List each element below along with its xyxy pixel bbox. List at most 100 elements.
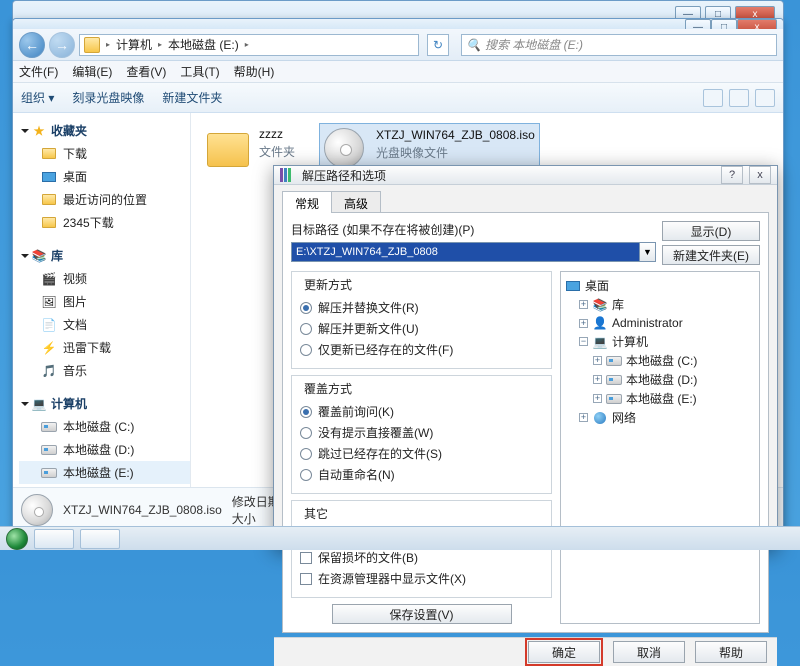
menu-help[interactable]: 帮助(H) (234, 63, 275, 80)
menu-file[interactable]: 文件(F) (19, 63, 58, 80)
dialog-titlebar[interactable]: 解压路径和选项 ? x (274, 166, 777, 185)
sidebar-item-2345[interactable]: 2345下载 (19, 211, 190, 234)
file-name: zzzz (259, 127, 295, 141)
tabs: 常规 高级 (282, 191, 769, 213)
radio-update-existing[interactable]: 仅更新已经存在的文件(F) (300, 339, 543, 360)
folder-icon (42, 148, 56, 159)
tree-libraries[interactable]: +📚库 (565, 295, 755, 314)
start-button[interactable] (6, 528, 28, 550)
chevron-down-icon (21, 402, 29, 406)
sidebar-libraries-header[interactable]: 📚库 (19, 244, 190, 267)
path-combobox[interactable]: ▼ (291, 242, 656, 262)
dialog-close-button[interactable]: x (749, 166, 771, 184)
sidebar-item-videos[interactable]: 🎬视频 (19, 267, 190, 290)
drive-icon (606, 356, 622, 366)
sidebar-favorites-header[interactable]: ★收藏夹 (19, 119, 190, 142)
dropdown-button[interactable]: ▼ (640, 242, 656, 262)
folder-tree[interactable]: 桌面 +📚库 +👤Administrator −💻计算机 +本地磁盘 (C:) … (560, 271, 760, 624)
chevron-right-icon: ▸ (158, 40, 162, 49)
taskbar-item[interactable] (80, 529, 120, 549)
folder-icon (207, 133, 249, 167)
dialog-help-button[interactable]: ? (721, 166, 743, 184)
menubar: 文件(F) 编辑(E) 查看(V) 工具(T) 帮助(H) (13, 61, 783, 83)
thunder-icon: ⚡ (41, 340, 57, 356)
ok-button[interactable]: 确定 (528, 641, 600, 663)
check-keep-broken[interactable]: 保留损坏的文件(B) (300, 547, 543, 568)
drive-icon (84, 37, 100, 53)
dialog-body: 常规 高级 目标路径 (如果不存在将被创建)(P) ▼ 显示(D) 新建文件夹(… (274, 185, 777, 637)
sidebar-item-documents[interactable]: 📄文档 (19, 313, 190, 336)
sidebar-item-desktop[interactable]: 桌面 (19, 165, 190, 188)
dialog-footer: 确定 取消 帮助 (274, 637, 777, 666)
expand-icon[interactable]: + (579, 319, 588, 328)
tree-admin[interactable]: +👤Administrator (565, 314, 755, 332)
tab-panel-general: 目标路径 (如果不存在将被创建)(P) ▼ 显示(D) 新建文件夹(E) 更新方… (282, 212, 769, 633)
sidebar-item-thunder[interactable]: ⚡迅雷下载 (19, 336, 190, 359)
tab-general[interactable]: 常规 (282, 191, 332, 213)
menu-edit[interactable]: 编辑(E) (72, 63, 112, 80)
picture-icon: 🖼 (41, 294, 57, 310)
help-button[interactable]: 帮助 (695, 641, 767, 663)
sidebar-item-downloads[interactable]: 下载 (19, 142, 190, 165)
help-icon[interactable] (755, 89, 775, 107)
sidebar-item-music[interactable]: 🎵音乐 (19, 359, 190, 382)
menu-tools[interactable]: 工具(T) (180, 63, 219, 80)
sidebar-item-pictures[interactable]: 🖼图片 (19, 290, 190, 313)
search-icon: 🔍 (466, 38, 481, 52)
save-settings-button[interactable]: 保存设置(V) (332, 604, 512, 624)
radio-auto-rename[interactable]: 自动重命名(N) (300, 464, 543, 485)
expand-icon[interactable]: + (593, 356, 602, 365)
expand-icon[interactable]: + (579, 300, 588, 309)
sidebar-item-recent[interactable]: 最近访问的位置 (19, 188, 190, 211)
breadcrumb-computer[interactable]: 计算机 (116, 36, 152, 53)
expand-icon[interactable]: + (593, 394, 602, 403)
library-icon: 📚 (592, 297, 608, 313)
check-show-in-explorer[interactable]: 在资源管理器中显示文件(X) (300, 568, 543, 589)
refresh-button[interactable]: ↻ (427, 34, 449, 56)
preview-pane-icon[interactable] (729, 89, 749, 107)
tree-drive-c[interactable]: +本地磁盘 (C:) (565, 351, 755, 370)
status-filename: XTZJ_WIN764_ZJB_0808.iso (63, 503, 222, 517)
path-input[interactable] (291, 242, 640, 262)
sidebar-item-drive-c[interactable]: 本地磁盘 (C:) (19, 415, 190, 438)
breadcrumb[interactable]: ▸ 计算机 ▸ 本地磁盘 (E:) ▸ (79, 34, 419, 56)
radio-ask-overwrite[interactable]: 覆盖前询问(K) (300, 401, 543, 422)
toolbar-organize[interactable]: 组织 ▾ (21, 89, 54, 106)
taskbar-item[interactable] (34, 529, 74, 549)
show-button[interactable]: 显示(D) (662, 221, 760, 241)
tree-computer[interactable]: −💻计算机 (565, 332, 755, 351)
chevron-right-icon: ▸ (245, 40, 249, 49)
menu-view[interactable]: 查看(V) (126, 63, 166, 80)
sidebar-computer-header[interactable]: 💻计算机 (19, 392, 190, 415)
tree-desktop[interactable]: 桌面 (565, 276, 755, 295)
sidebar-item-drive-e[interactable]: 本地磁盘 (E:) (19, 461, 190, 484)
radio-skip-existing[interactable]: 跳过已经存在的文件(S) (300, 443, 543, 464)
toolbar-newfolder[interactable]: 新建文件夹 (162, 89, 222, 106)
radio-extract-replace[interactable]: 解压并替换文件(R) (300, 297, 543, 318)
folder-icon (42, 194, 56, 205)
tree-drive-d[interactable]: +本地磁盘 (D:) (565, 370, 755, 389)
tree-drive-e[interactable]: +本地磁盘 (E:) (565, 389, 755, 408)
expand-icon[interactable]: + (579, 413, 588, 422)
new-folder-button[interactable]: 新建文件夹(E) (662, 245, 760, 265)
view-options-icon[interactable] (703, 89, 723, 107)
drive-icon (41, 445, 57, 455)
radio-overwrite-noask[interactable]: 没有提示直接覆盖(W) (300, 422, 543, 443)
computer-icon: 💻 (31, 396, 47, 412)
update-mode-group: 更新方式 解压并替换文件(R) 解压并更新文件(U) 仅更新已经存在的文件(F) (291, 271, 552, 369)
taskbar (0, 526, 800, 550)
cancel-button[interactable]: 取消 (613, 641, 685, 663)
sidebar-item-drive-d[interactable]: 本地磁盘 (D:) (19, 438, 190, 461)
toolbar-burn[interactable]: 刻录光盘映像 (72, 89, 144, 106)
breadcrumb-drive[interactable]: 本地磁盘 (E:) (168, 36, 239, 53)
music-icon: 🎵 (41, 363, 57, 379)
radio-extract-update[interactable]: 解压并更新文件(U) (300, 318, 543, 339)
explorer-nav: ← → ▸ 计算机 ▸ 本地磁盘 (E:) ▸ ↻ 🔍 搜索 本地磁盘 (E:) (13, 29, 783, 61)
search-input[interactable]: 🔍 搜索 本地磁盘 (E:) (461, 34, 777, 56)
nav-back-button[interactable]: ← (19, 32, 45, 58)
expand-icon[interactable]: + (593, 375, 602, 384)
collapse-icon[interactable]: − (579, 337, 588, 346)
tree-network[interactable]: +网络 (565, 408, 755, 427)
nav-forward-button[interactable]: → (49, 32, 75, 58)
tab-advanced[interactable]: 高级 (331, 191, 381, 213)
